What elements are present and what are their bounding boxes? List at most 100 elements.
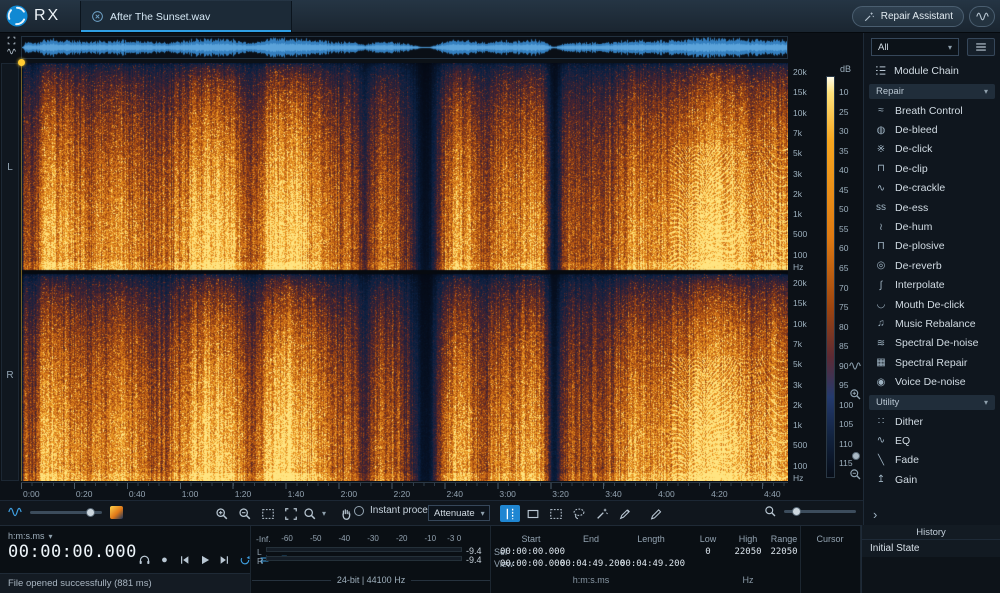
zoom-slider-icon[interactable] [764, 505, 777, 518]
history-entry[interactable]: Initial State [862, 540, 1000, 557]
pencil-tool[interactable] [646, 505, 666, 522]
module-item-mouth-de-click[interactable]: ◡Mouth De-click [864, 295, 1000, 314]
loop-icon[interactable] [238, 554, 251, 566]
module-item-music-rebalance[interactable]: ♫Music Rebalance [864, 314, 1000, 333]
module-item-voice-de-noise[interactable]: ◉Voice De-noise [864, 372, 1000, 391]
chevron-down-icon[interactable]: ▾ [322, 509, 326, 518]
overview-canvas[interactable] [22, 37, 787, 58]
vertical-zoom-out-icon[interactable] [849, 468, 862, 481]
horizontal-zoom-slider[interactable] [784, 510, 856, 513]
toolbar: ▾ Instant process Attenuate ▾ [0, 500, 863, 525]
de-click-icon: ※ [874, 144, 888, 155]
module-chain-item[interactable]: Module Chain [864, 60, 1000, 81]
timeline-ruler[interactable]: 0:000:200:401:001:201:402:002:202:403:00… [21, 482, 788, 499]
process-mode-group: Attenuate ▾ [428, 505, 490, 521]
module-item-label: De-reverb [895, 260, 942, 272]
play-icon[interactable] [198, 554, 211, 566]
de-clip-icon: ⊓ [874, 163, 888, 174]
section-header-repair[interactable]: Repair▾ [869, 84, 995, 99]
timeline-tick-label: 0:40 [129, 489, 146, 499]
free-selection-tool[interactable] [546, 505, 566, 522]
spectrogram-canvas[interactable] [21, 63, 788, 481]
horizontal-zoom-thumb[interactable] [792, 507, 801, 516]
zoom-in-button[interactable] [212, 505, 232, 522]
music-rebalance-icon: ♫ [874, 318, 888, 329]
voice-de-noise-icon: ◉ [874, 377, 888, 388]
zoom-out-button[interactable] [235, 505, 255, 522]
time-selection-tool[interactable] [500, 505, 520, 522]
freq-tick-label: 100 [793, 462, 807, 471]
module-item-breath-control[interactable]: ≈Breath Control [864, 101, 1000, 120]
module-item-de-bleed[interactable]: ◍De-bleed [864, 120, 1000, 139]
module-item-de-clip[interactable]: ⊓De-clip [864, 159, 1000, 178]
frequency-scale-left: 20k15k10k7k5k3k2k1k500100Hz [791, 63, 825, 270]
module-item-label: Interpolate [895, 279, 945, 291]
waveform-overview[interactable] [21, 36, 788, 59]
process-mode-select[interactable]: Attenuate ▾ [428, 505, 490, 521]
module-menu-button[interactable] [967, 38, 995, 56]
view-end-value: 00:04:49.200 [560, 559, 622, 569]
module-item-dither[interactable]: ∷Dither [864, 412, 1000, 431]
db-tick-label: 50 [839, 205, 848, 214]
instant-process-radio[interactable] [354, 506, 364, 516]
record-icon[interactable]: ● [158, 554, 171, 566]
timeline-tick-label: 1:00 [182, 489, 199, 499]
gain-icon: ↥ [874, 474, 888, 485]
skip-forward-icon[interactable] [218, 554, 231, 566]
spectrogram-view[interactable] [21, 63, 788, 481]
blend-slider-thumb[interactable] [86, 508, 95, 517]
tab-close-icon[interactable] [91, 10, 104, 23]
module-item-de-ess[interactable]: ssDe-ess [864, 198, 1000, 217]
timeline-tick-label: 3:40 [605, 489, 622, 499]
magnifier-tool-button[interactable] [300, 505, 320, 522]
selection-time-unit: h:m:s.ms [560, 575, 622, 585]
spectrogram-icon[interactable] [110, 506, 123, 519]
lasso-tool[interactable] [569, 505, 589, 522]
module-item-de-hum[interactable]: ≀De-hum [864, 217, 1000, 236]
skip-back-icon[interactable] [178, 554, 191, 566]
magic-wand-tool[interactable] [592, 505, 612, 522]
module-item-interpolate[interactable]: ∫Interpolate [864, 276, 1000, 295]
freq-tick-label: 500 [793, 230, 807, 239]
amplitude-colorbar[interactable] [826, 76, 835, 478]
chevron-down-icon: ▾ [481, 509, 485, 518]
blend-slider[interactable] [30, 511, 102, 514]
module-item-de-reverb[interactable]: ◎De-reverb [864, 256, 1000, 275]
zoom-buttons [212, 505, 301, 522]
amplitude-ruler-icon[interactable] [7, 47, 16, 56]
vertical-zoom-in-icon[interactable] [849, 388, 862, 401]
module-item-spectral-repair[interactable]: ▦Spectral Repair [864, 353, 1000, 372]
section-header-utility[interactable]: Utility▾ [869, 395, 995, 410]
playhead-marker[interactable] [18, 59, 25, 66]
vertical-zoom-thumb[interactable] [852, 452, 860, 460]
module-item-label: Mouth De-click [895, 299, 964, 311]
range-value: 22050 [762, 547, 806, 557]
monitor-icon[interactable] [138, 553, 151, 566]
module-item-fade[interactable]: ╲Fade [864, 451, 1000, 470]
waveform-icon[interactable] [8, 505, 22, 519]
repair-assistant-button[interactable]: Repair Assistant [852, 6, 964, 27]
time-format-select[interactable]: h:m:s.ms ▾ [8, 531, 53, 541]
file-tab[interactable]: After The Sunset.wav [80, 1, 292, 32]
module-item-de-plosive[interactable]: ΠDe-plosive [864, 237, 1000, 256]
history-title: History [862, 525, 1000, 540]
module-item-de-click[interactable]: ※De-click [864, 140, 1000, 159]
module-item-spectral-de-noise[interactable]: ≋Spectral De-noise [864, 334, 1000, 353]
sidebar-expand-button[interactable]: › [873, 508, 877, 521]
time-frequency-selection-tool[interactable] [523, 505, 543, 522]
timeline-tick-label: 3:20 [552, 489, 569, 499]
signal-compare-button[interactable] [969, 6, 995, 27]
module-item-de-crackle[interactable]: ∿De-crackle [864, 179, 1000, 198]
fit-vertical-icon[interactable] [7, 36, 16, 45]
freq-tick-label: 2k [793, 190, 802, 199]
module-filter-select[interactable]: All ▾ [871, 38, 959, 56]
module-item-gain[interactable]: ↥Gain [864, 470, 1000, 489]
brush-tool[interactable] [615, 505, 635, 522]
zoom-selection-button[interactable] [258, 505, 278, 522]
db-tick-label: 80 [839, 323, 848, 332]
spectrogram-settings-icon[interactable] [849, 360, 861, 372]
zoom-fit-button[interactable] [281, 505, 301, 522]
module-item-eq[interactable]: ∿EQ [864, 431, 1000, 450]
repair-assistant-icon [863, 11, 875, 23]
freq-tick-label: 10k [793, 320, 807, 329]
